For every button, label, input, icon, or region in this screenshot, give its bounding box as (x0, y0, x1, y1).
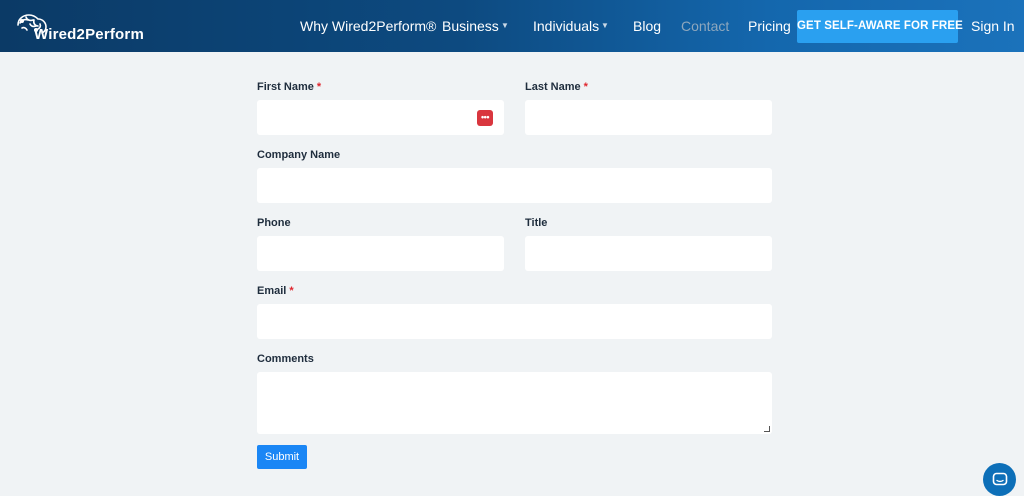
individuals-caret-icon[interactable]: ▼ (601, 0, 609, 52)
phone-input[interactable] (257, 236, 504, 271)
last-name-label-text: Last Name (525, 81, 581, 93)
email-label: Email * (257, 285, 294, 297)
chat-bubble-icon (992, 472, 1007, 485)
nav-why-wired2perform[interactable]: Why Wired2Perform® (300, 0, 436, 52)
sign-in-link[interactable]: Sign In (971, 0, 1015, 52)
logo-text: Wired2Perform (34, 26, 144, 43)
required-mark: * (583, 81, 588, 93)
submit-button[interactable]: Submit (257, 445, 307, 469)
nav-individuals[interactable]: Individuals (533, 0, 599, 52)
site-logo[interactable]: Wired2Perform (14, 11, 144, 43)
required-mark: * (316, 81, 322, 93)
comments-textarea[interactable] (257, 372, 772, 434)
company-name-label: Company Name (257, 149, 341, 161)
password-manager-icon[interactable]: ••• (477, 110, 493, 126)
company-name-input[interactable] (257, 168, 772, 203)
title-label: Title (525, 217, 548, 229)
resize-handle-icon[interactable] (764, 426, 770, 432)
nav-pricing[interactable]: Pricing (748, 0, 791, 52)
first-name-label-text: First Name (257, 81, 314, 93)
phone-label: Phone (257, 217, 291, 229)
email-input[interactable] (257, 304, 772, 339)
nav-contact[interactable]: Contact (681, 0, 729, 52)
email-label-text: Email (257, 285, 287, 297)
site-header: Wired2Perform Why Wired2Perform® Busines… (0, 0, 1024, 52)
business-caret-icon[interactable]: ▼ (501, 0, 509, 52)
nav-blog[interactable]: Blog (633, 0, 661, 52)
title-input[interactable] (525, 236, 772, 271)
get-self-aware-button[interactable]: GET SELF-AWARE FOR FREE (797, 10, 963, 43)
first-name-input[interactable] (257, 100, 504, 135)
last-name-label: Last Name * (525, 81, 588, 93)
comments-label: Comments (257, 353, 314, 365)
required-mark: * (289, 285, 294, 297)
chat-launcher-button[interactable] (983, 463, 1016, 496)
nav-business[interactable]: Business (442, 0, 499, 52)
first-name-label: First Name * (257, 81, 321, 93)
last-name-input[interactable] (525, 100, 772, 135)
